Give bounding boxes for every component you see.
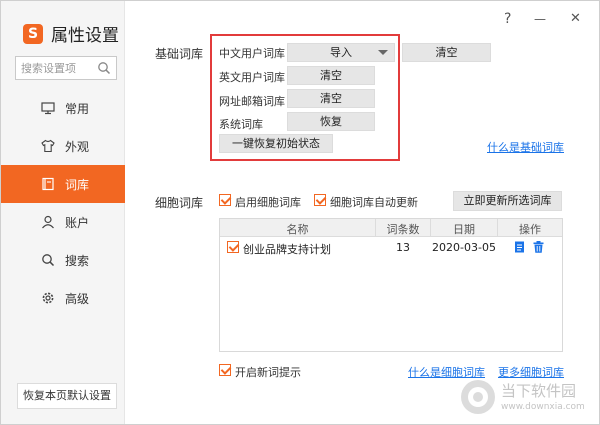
user-icon	[42, 215, 54, 229]
help-icon[interactable]: ?	[504, 11, 511, 27]
sogou-logo-icon: S	[23, 23, 43, 44]
chinese-user-lexicon-label: 中文用户词库	[219, 47, 285, 60]
sidebar-item-lexicon[interactable]: 词库	[1, 165, 125, 203]
sidebar-item-account[interactable]: 账户	[1, 203, 125, 241]
sidebar-item-common[interactable]: 常用	[1, 89, 125, 127]
close-icon[interactable]: ✕	[570, 11, 581, 26]
row-date: 2020-03-05	[432, 241, 496, 254]
sidebar-item-label: 账户	[65, 215, 90, 230]
basic-lexicon-label: 基础词库	[155, 47, 204, 61]
clear-url-email-button[interactable]: 清空	[287, 89, 375, 108]
shirt-icon	[41, 139, 55, 153]
url-email-lexicon-label: 网址邮箱词库	[219, 95, 285, 108]
gear-icon	[42, 292, 54, 304]
settings-search[interactable]	[15, 56, 117, 80]
search-icon[interactable]	[97, 61, 111, 75]
book-icon	[42, 177, 54, 191]
what-is-basic-lexicon-link[interactable]: 什么是基础词库	[487, 139, 564, 155]
enable-cell-lexicon-checkbox[interactable]	[219, 194, 231, 206]
system-lexicon-label: 系统词库	[219, 118, 263, 131]
sidebar-item-label: 搜索	[65, 253, 90, 268]
row-checkbox[interactable]	[227, 241, 239, 253]
sidebar-item-label: 外观	[65, 139, 90, 154]
watermark-text: 当下软件园	[501, 382, 577, 400]
search-input[interactable]	[16, 57, 94, 79]
enable-cell-lexicon-label: 启用细胞词库	[235, 196, 301, 209]
watermark-url: www.downxia.com	[501, 402, 585, 412]
english-user-lexicon-label: 英文用户词库	[219, 71, 285, 84]
watermark-logo-icon	[461, 380, 495, 414]
sidebar-item-label: 常用	[65, 101, 90, 116]
header-name: 名称	[286, 223, 309, 236]
sidebar-item-appearance[interactable]: 外观	[1, 127, 125, 165]
update-selected-button[interactable]: 立即更新所选词库	[453, 191, 562, 211]
new-word-prompt-label: 开启新词提示	[235, 366, 301, 379]
restore-system-button[interactable]: 恢复	[287, 112, 375, 131]
app-header: S 属性设置	[23, 21, 119, 46]
auto-update-label: 细胞词库自动更新	[330, 196, 418, 209]
trash-icon[interactable]	[533, 241, 544, 253]
monitor-icon	[41, 102, 55, 115]
new-word-prompt-checkbox[interactable]	[219, 364, 231, 376]
document-icon[interactable]	[514, 241, 525, 253]
auto-update-checkbox[interactable]	[314, 194, 326, 206]
table-header: 名称 词条数 日期 操作	[220, 219, 562, 237]
row-count: 13	[396, 241, 410, 254]
settings-window: S 属性设置 常用 外观	[0, 0, 600, 425]
import-dropdown[interactable]: 导入	[287, 43, 395, 62]
sidebar-item-label: 高级	[65, 291, 90, 306]
cell-lexicon-table: 名称 词条数 日期 操作 创业品牌支持计划 13 2020-03-05	[219, 218, 563, 352]
sidebar-nav: 常用 外观 词库 账户 搜索 高级	[1, 89, 125, 317]
clear-chinese-button[interactable]: 清空	[402, 43, 491, 62]
search-icon	[42, 254, 55, 267]
watermark: 当下软件园 www.downxia.com	[459, 376, 599, 422]
row-name: 创业品牌支持计划	[243, 243, 331, 256]
clear-english-button[interactable]: 清空	[287, 66, 375, 85]
sidebar-item-advanced[interactable]: 高级	[1, 279, 125, 317]
header-count: 词条数	[386, 223, 420, 236]
restore-all-button[interactable]: 一键恢复初始状态	[219, 134, 333, 153]
minimize-icon[interactable]: —	[534, 12, 546, 26]
cell-lexicon-label: 细胞词库	[155, 196, 204, 210]
chevron-down-icon	[378, 50, 388, 55]
sidebar: S 属性设置 常用 外观	[1, 1, 125, 424]
sidebar-item-search[interactable]: 搜索	[1, 241, 125, 279]
sidebar-item-label: 词库	[65, 177, 90, 192]
reset-defaults-button[interactable]: 恢复本页默认设置	[17, 383, 117, 409]
app-title: 属性设置	[51, 26, 119, 46]
import-label: 导入	[330, 46, 352, 59]
header-action: 操作	[519, 223, 541, 236]
header-date: 日期	[453, 223, 475, 236]
